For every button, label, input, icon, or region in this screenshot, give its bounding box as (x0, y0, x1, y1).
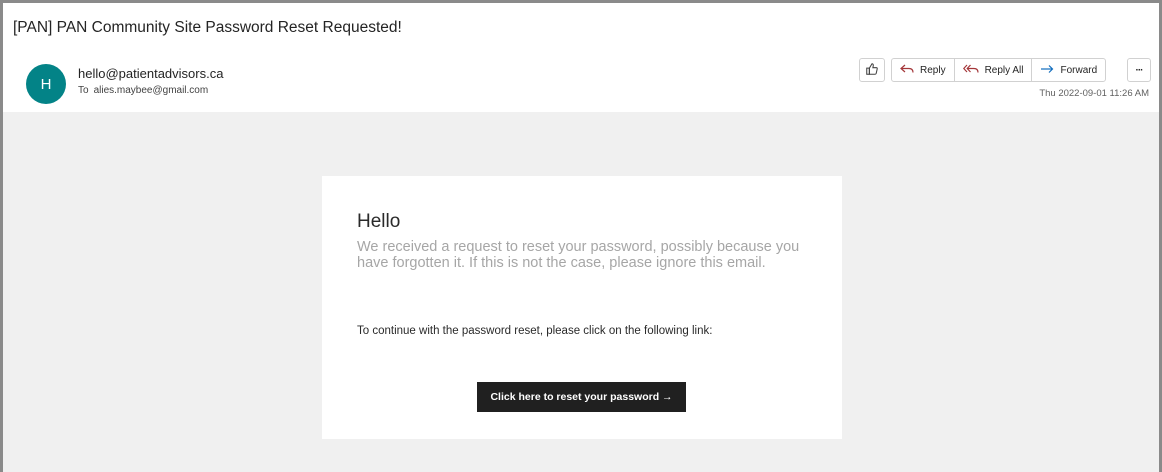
more-actions-button[interactable]: ··· (1127, 58, 1151, 82)
forward-button[interactable]: Forward (1031, 59, 1105, 81)
reply-label: Reply (920, 64, 946, 76)
message-card: Hello We received a request to reset you… (322, 176, 842, 439)
reply-all-button[interactable]: Reply All (953, 59, 1032, 81)
reply-icon (900, 64, 920, 77)
reply-all-icon (962, 64, 985, 77)
avatar-initial: H (40, 75, 52, 93)
avatar[interactable]: H (26, 64, 66, 104)
to-label: To (78, 85, 89, 96)
recipient-address[interactable]: alies.maybee@gmail.com (94, 85, 209, 96)
intro-text: We received a request to reset your pass… (357, 239, 800, 271)
sender-address[interactable]: hello@patientadvisors.ca (78, 66, 223, 81)
thumbs-up-icon (865, 62, 879, 79)
reply-actions: Reply Reply All Forward (891, 58, 1107, 82)
email-subject: [PAN] PAN Community Site Password Reset … (13, 19, 402, 36)
forward-label: Forward (1060, 64, 1098, 76)
greeting: Hello (357, 211, 401, 232)
received-timestamp: Thu 2022-09-01 11:26 AM (1039, 88, 1149, 99)
instruction-text: To continue with the password reset, ple… (357, 325, 713, 337)
recipient-line: To alies.maybee@gmail.com (78, 85, 208, 96)
reply-button[interactable]: Reply (892, 59, 954, 81)
more-dots-icon: ··· (1135, 64, 1144, 76)
forward-arrow-icon (1040, 64, 1060, 77)
like-button[interactable] (859, 58, 885, 82)
reply-all-label: Reply All (984, 64, 1024, 76)
reset-password-button[interactable]: Click here to reset your password → (477, 382, 686, 412)
